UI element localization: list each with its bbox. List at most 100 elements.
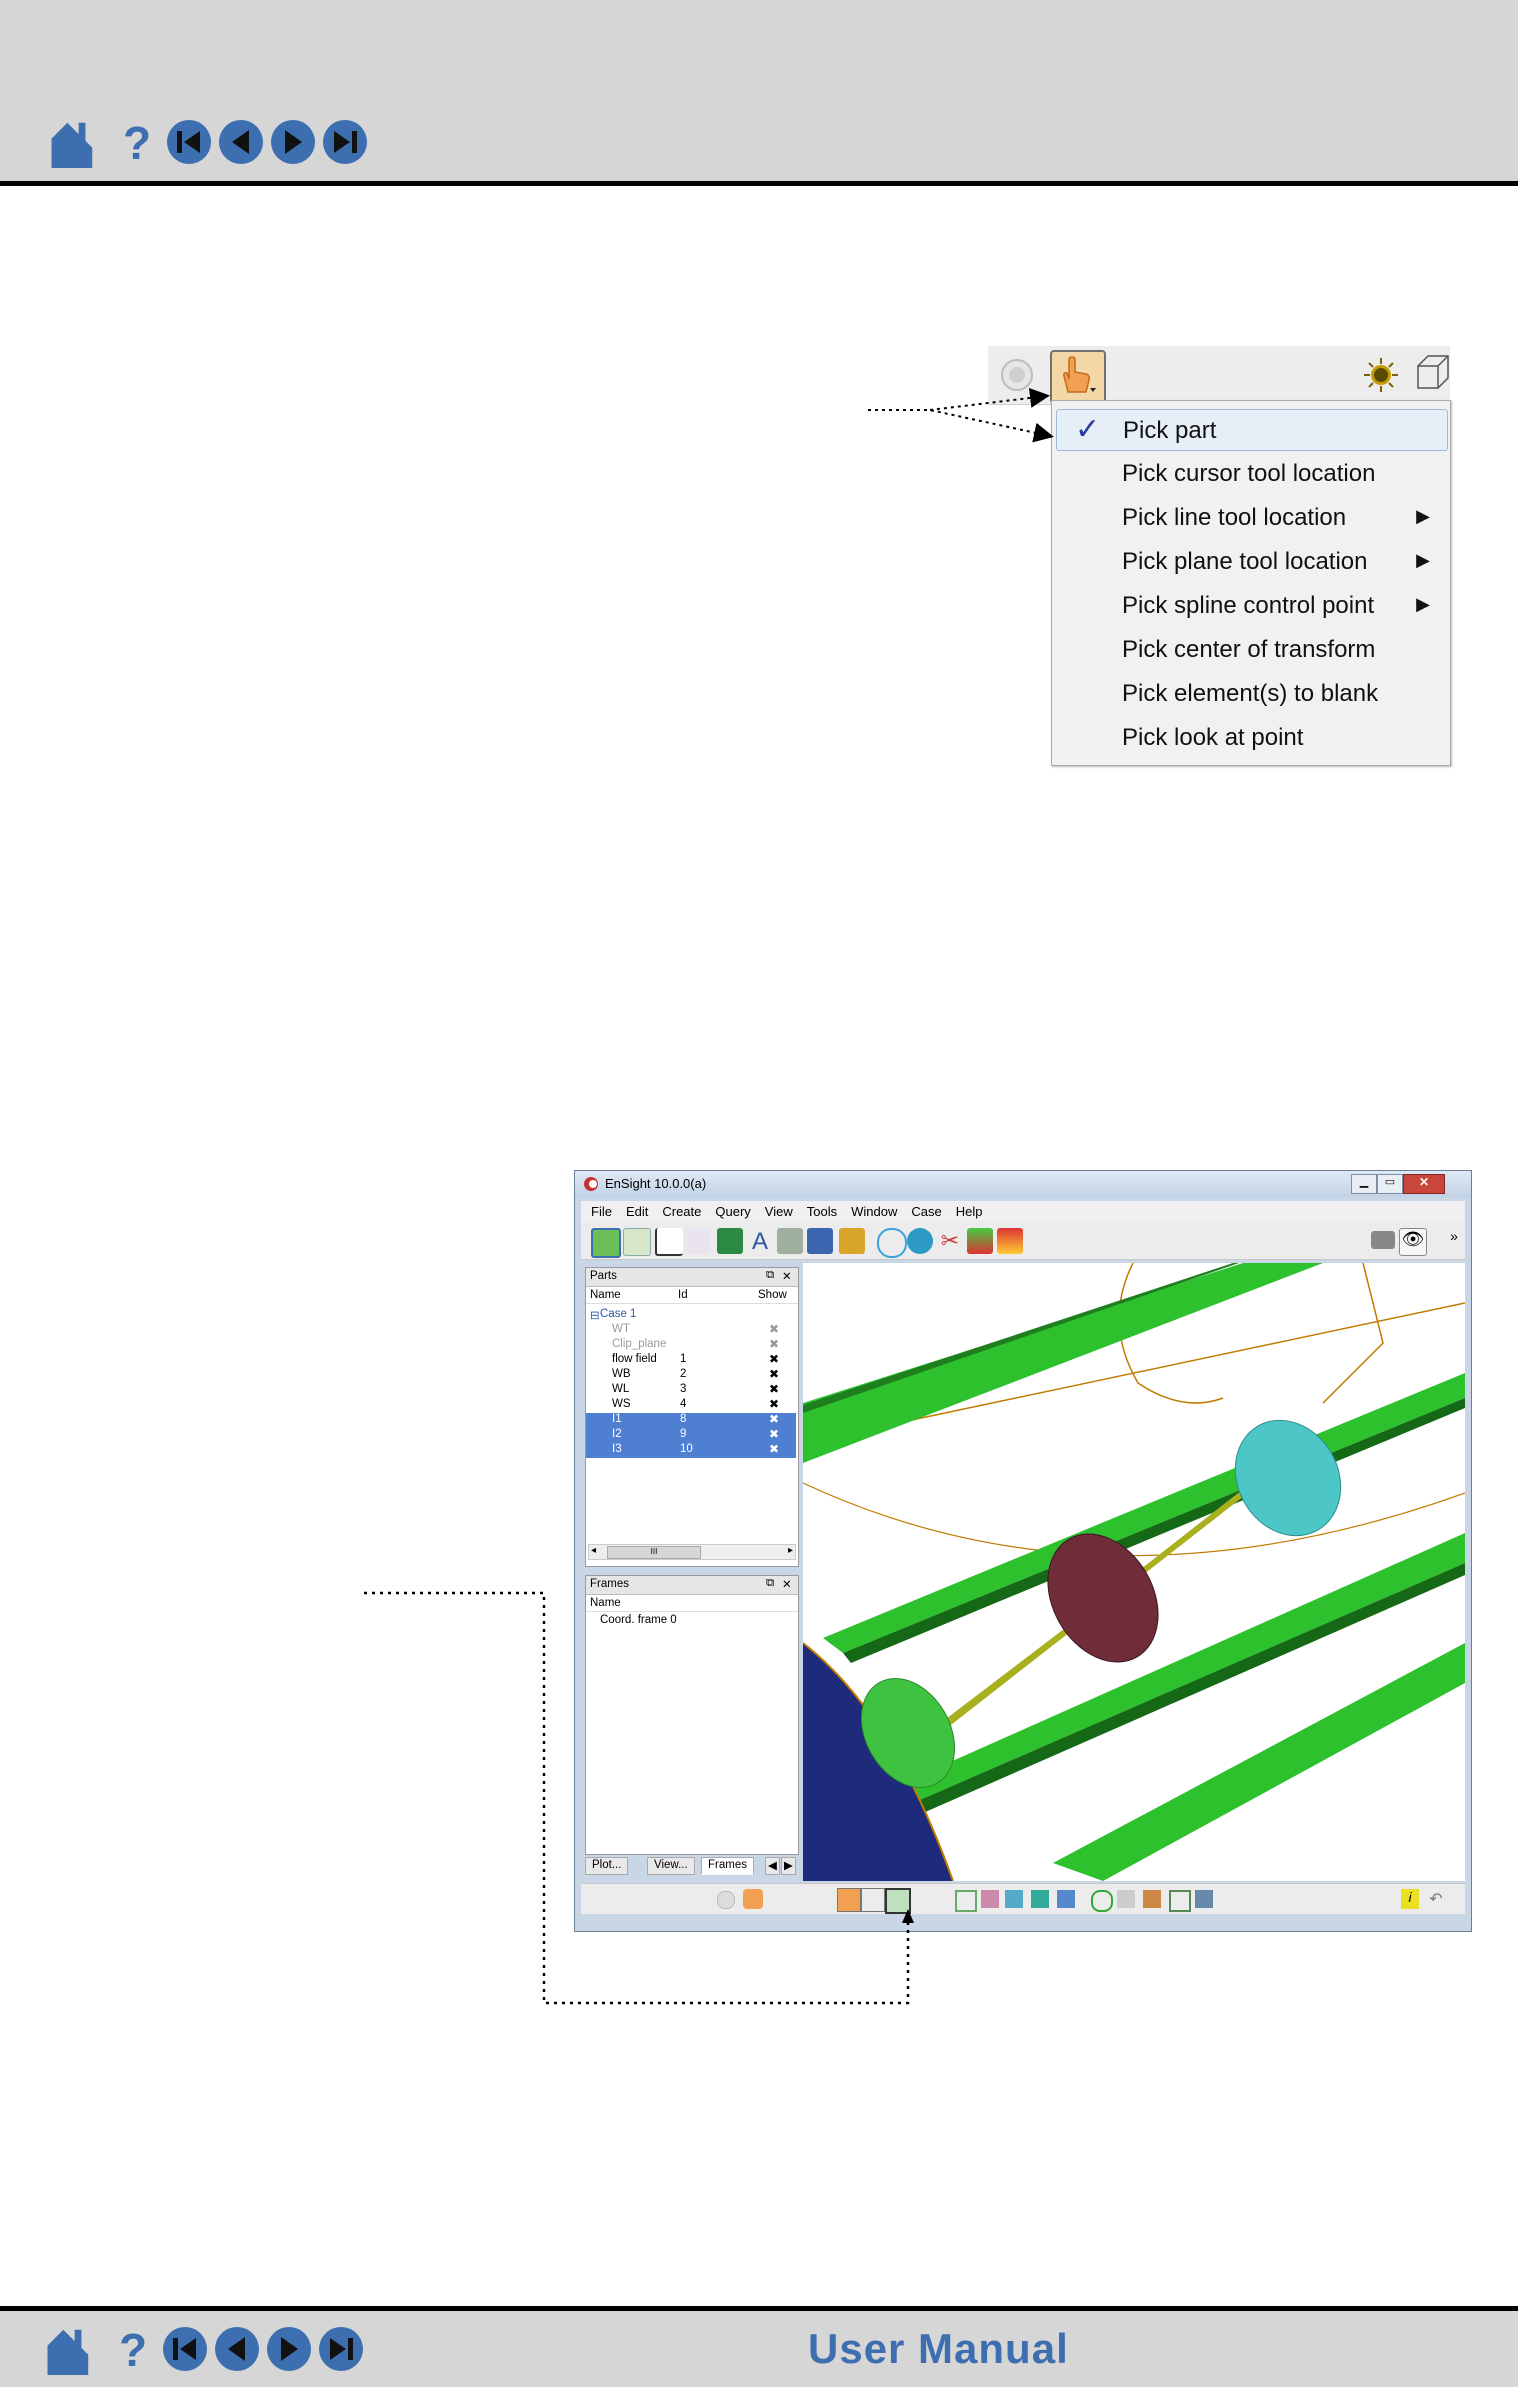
- column-id[interactable]: Id: [678, 1289, 688, 1301]
- table-row[interactable]: WS 4 ✖: [586, 1397, 796, 1413]
- menu-window[interactable]: Window: [851, 1204, 897, 1219]
- table-row[interactable]: flow field 1 ✖: [586, 1352, 796, 1368]
- first-page-icon[interactable]: [162, 2326, 208, 2372]
- menu-item-pick-center[interactable]: Pick center of transform: [1056, 629, 1446, 669]
- submenu-arrow-icon: ▶: [1416, 550, 1430, 570]
- particle-trace-icon[interactable]: [997, 1228, 1023, 1254]
- undo-view-icon[interactable]: [1169, 1890, 1191, 1912]
- wireframe-box-icon[interactable]: [1414, 352, 1450, 396]
- parts-column-headers: Name Id Show: [586, 1287, 798, 1304]
- annotation-icon[interactable]: A: [747, 1228, 773, 1255]
- table-row[interactable]: WL 3 ✖: [586, 1382, 796, 1398]
- clapper-icon[interactable]: [807, 1228, 833, 1254]
- isosurface-icon[interactable]: [877, 1228, 907, 1258]
- table-icon[interactable]: [623, 1228, 651, 1256]
- header-bar: ?: [0, 0, 1518, 186]
- visibility-x-icon: ✖: [769, 1337, 780, 1351]
- table-row[interactable]: I2 9 ✖: [586, 1427, 796, 1443]
- query-icon[interactable]: [685, 1228, 711, 1254]
- float-panel-icon[interactable]: ⧉: [766, 1269, 774, 1282]
- visibility-x-icon: ✖: [769, 1397, 780, 1411]
- view-direction-icon[interactable]: [1195, 1890, 1213, 1908]
- home-icon[interactable]: [34, 2323, 104, 2375]
- maximize-button[interactable]: ▭: [1377, 1174, 1403, 1194]
- toolbox-icon[interactable]: [839, 1228, 865, 1254]
- menu-create[interactable]: Create: [662, 1204, 701, 1219]
- vector-arrows-icon[interactable]: [967, 1228, 993, 1254]
- collapse-icon[interactable]: ⊟: [590, 1308, 600, 1322]
- home-icon[interactable]: [38, 116, 108, 168]
- last-page-icon[interactable]: [322, 119, 368, 165]
- scissors-icon[interactable]: ✂: [937, 1228, 963, 1254]
- menu-view[interactable]: View: [765, 1204, 793, 1219]
- previous-page-icon[interactable]: [214, 2326, 260, 2372]
- menu-item-pick-look-at[interactable]: Pick look at point: [1056, 717, 1446, 757]
- undo-icon[interactable]: ↶: [1427, 1889, 1445, 1909]
- tree-group-case[interactable]: ⊟ Case 1: [586, 1308, 796, 1323]
- nav-icons: ?: [34, 2323, 364, 2375]
- plot-icon[interactable]: [655, 1228, 683, 1256]
- visibility-x-icon: ✖: [769, 1427, 780, 1441]
- checkmark-icon: ✓: [1075, 413, 1101, 446]
- menu-bar: File Edit Create Query View Tools Window…: [581, 1201, 1465, 1221]
- drops-icon[interactable]: [907, 1228, 933, 1254]
- close-button[interactable]: ✕: [1403, 1174, 1445, 1194]
- first-page-icon[interactable]: [166, 119, 212, 165]
- menu-help[interactable]: Help: [956, 1204, 983, 1219]
- lightning-icon[interactable]: [1117, 1890, 1135, 1908]
- window-titlebar: EnSight 10.0.0(a) ▁ ▭ ✕: [575, 1171, 1471, 1197]
- parts-panel: Parts ⧉ ✕ Name Id Show ⊟ Case 1 WT ✖ Clip…: [585, 1267, 799, 1567]
- spline-tool-icon[interactable]: [1057, 1890, 1075, 1908]
- plane-tool-icon[interactable]: [1031, 1890, 1049, 1908]
- menu-item-pick-line[interactable]: Pick line tool location ▶: [1056, 497, 1446, 537]
- svg-text:?: ?: [123, 119, 151, 165]
- column-show[interactable]: Show: [758, 1289, 787, 1301]
- menu-item-pick-spline[interactable]: Pick spline control point ▶: [1056, 585, 1446, 625]
- table-row[interactable]: I1 8 ✖: [586, 1412, 796, 1428]
- previous-page-icon[interactable]: [218, 119, 264, 165]
- scrollbar-thumb[interactable]: III: [607, 1546, 701, 1559]
- table-row[interactable]: WT ✖: [586, 1322, 796, 1338]
- table-row[interactable]: I3 10 ✖: [586, 1442, 796, 1458]
- menu-query[interactable]: Query: [715, 1204, 750, 1219]
- info-icon[interactable]: i: [1401, 1889, 1419, 1909]
- close-panel-icon[interactable]: ✕: [782, 1269, 792, 1283]
- svg-text:?: ?: [119, 2326, 147, 2372]
- last-page-icon[interactable]: [318, 2326, 364, 2372]
- viewport-icon[interactable]: [717, 1228, 743, 1254]
- menu-file[interactable]: File: [591, 1204, 612, 1219]
- zoom-in-icon[interactable]: [1091, 1890, 1113, 1912]
- overflow-chevron-icon[interactable]: »: [1441, 1228, 1467, 1254]
- table-row[interactable]: Clip_plane ✖: [586, 1337, 796, 1353]
- book-icon[interactable]: [777, 1228, 803, 1254]
- eye-icon[interactable]: 👁: [1399, 1228, 1427, 1256]
- link-icon[interactable]: [1143, 1890, 1161, 1908]
- help-icon[interactable]: ?: [110, 2326, 156, 2372]
- table-row[interactable]: WB 2 ✖: [586, 1367, 796, 1383]
- minimize-button[interactable]: ▁: [1351, 1174, 1377, 1194]
- help-icon[interactable]: ?: [114, 119, 160, 165]
- menu-tools[interactable]: Tools: [807, 1204, 837, 1219]
- horizontal-scrollbar[interactable]: ◂ III ▸: [588, 1544, 796, 1560]
- submenu-arrow-icon: ▶: [1416, 594, 1430, 614]
- column-name[interactable]: Name: [590, 1289, 621, 1301]
- next-page-icon[interactable]: [266, 2326, 312, 2372]
- parts-mode-icon[interactable]: [591, 1228, 621, 1258]
- menu-item-pick-blank[interactable]: Pick element(s) to blank: [1056, 673, 1446, 713]
- next-page-icon[interactable]: [270, 119, 316, 165]
- transform-icon[interactable]: [981, 1890, 999, 1908]
- visibility-x-icon: ✖: [769, 1442, 780, 1456]
- pick-mode-menu: ✓ Pick part Pick cursor tool location Pi…: [1051, 400, 1451, 766]
- menu-item-pick-part[interactable]: ✓ Pick part: [1056, 409, 1448, 451]
- menu-case[interactable]: Case: [911, 1204, 941, 1219]
- visibility-x-icon: ✖: [769, 1352, 780, 1366]
- menu-item-pick-cursor[interactable]: Pick cursor tool location: [1056, 453, 1446, 493]
- line-tool-icon[interactable]: [1005, 1890, 1023, 1908]
- visibility-x-icon: ✖: [769, 1322, 780, 1336]
- callout-toolbar-arrow: [364, 1591, 914, 2005]
- menu-item-pick-plane[interactable]: Pick plane tool location ▶: [1056, 541, 1446, 581]
- menu-edit[interactable]: Edit: [626, 1204, 648, 1219]
- layout-icon[interactable]: [1371, 1231, 1395, 1249]
- light-source-icon[interactable]: [1362, 356, 1400, 394]
- zoom-box-icon[interactable]: [955, 1890, 977, 1912]
